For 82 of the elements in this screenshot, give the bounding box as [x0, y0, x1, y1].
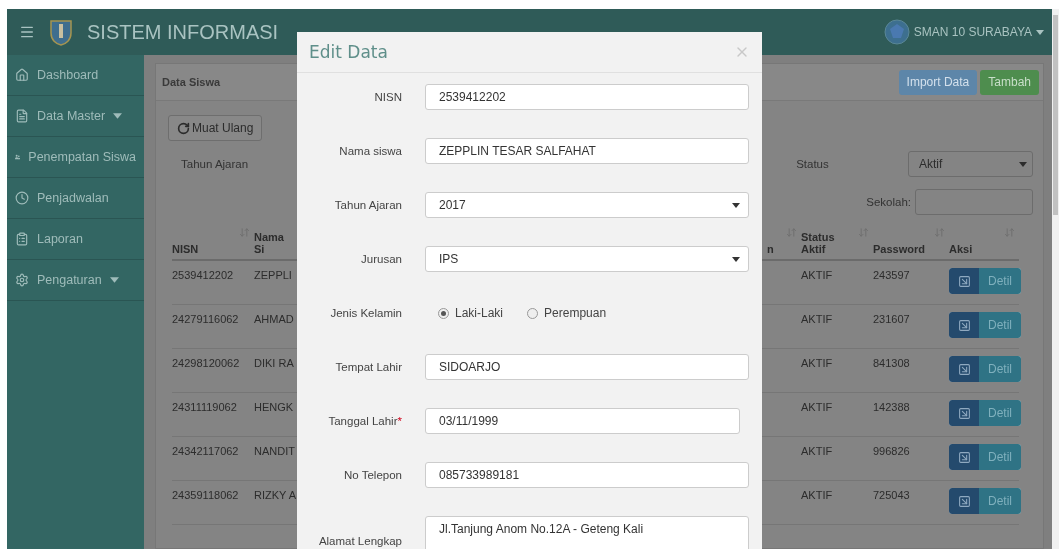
menu-item-icon: [15, 109, 29, 123]
text-field[interactable]: ZEPPLIN TESAR SALFAHAT: [425, 138, 749, 164]
detail-button[interactable]: Detil: [949, 488, 1021, 514]
panel-title: Data Siswa: [162, 76, 221, 88]
menu-item-icon: [15, 232, 29, 246]
menu-icon[interactable]: [19, 24, 35, 40]
arrow-square-icon: [957, 318, 971, 332]
text-field[interactable]: 2539412202: [425, 84, 749, 110]
shield-logo-icon: [49, 18, 73, 46]
detail-button[interactable]: Detil: [949, 268, 1021, 294]
table-cell: 24311119062: [172, 393, 254, 437]
caret-icon: [732, 202, 740, 208]
status-select[interactable]: Aktif: [908, 151, 1033, 177]
reload-button[interactable]: Muat Ulang: [168, 115, 263, 141]
field-label: Tempat Lahir: [334, 361, 402, 373]
select-field[interactable]: 2017: [425, 192, 749, 218]
school-menu[interactable]: SMAN 10 SURABAYA: [883, 19, 1044, 45]
app-title: SISTEM INFORMASI: [87, 20, 280, 44]
filter-label: Status: [796, 158, 829, 170]
table-cell: 24342117062: [172, 437, 254, 481]
table-cell: AKTIF: [801, 481, 873, 525]
arrow-square-icon: [957, 362, 971, 376]
date-field[interactable]: 03/11/1999: [425, 408, 740, 434]
arrow-square-icon: [957, 494, 971, 508]
table-cell: AKTIF: [801, 261, 873, 305]
scrollbar[interactable]: [1052, 9, 1059, 549]
caret-icon: [1036, 29, 1044, 35]
action-button[interactable]: Import Data: [898, 69, 978, 95]
column-header[interactable]: Aksi: [949, 225, 1019, 261]
sidebar-item[interactable]: Data Master: [7, 96, 144, 137]
address-textarea[interactable]: Jl.Tanjung Anom No.12A - Geteng Kali: [425, 516, 749, 549]
field-label: Alamat Lengkap: [317, 535, 402, 547]
column-header[interactable]: n: [767, 225, 801, 261]
field-label: Jenis Kelamin: [329, 307, 402, 319]
action-button[interactable]: Tambah: [980, 69, 1039, 95]
column-header[interactable]: Status Aktif: [801, 225, 873, 261]
table-cell: 24298120062: [172, 349, 254, 393]
radio-option[interactable]: Perempuan: [527, 306, 607, 320]
field-label: Tahun Ajaran: [333, 199, 402, 211]
select-field[interactable]: IPS: [425, 246, 749, 272]
field-label: Tanggal Lahir*: [327, 415, 402, 427]
radio-option[interactable]: Laki-Laki: [438, 306, 504, 320]
sidebar-item[interactable]: Penempatan Siswa: [7, 137, 144, 178]
school-logo-icon: [883, 19, 910, 45]
dialog-title: Edit Data: [309, 42, 388, 62]
text-field[interactable]: 085733989181: [425, 462, 749, 488]
table-cell: 24279116062: [172, 305, 254, 349]
field-label: NISN: [373, 91, 402, 103]
sidebar-item[interactable]: Laporan: [7, 219, 144, 260]
arrow-square-icon: [957, 274, 971, 288]
table-cell: AKTIF: [801, 305, 873, 349]
column-header[interactable]: Password: [873, 225, 949, 261]
caret-icon: [732, 256, 740, 262]
menu-item-icon: [15, 191, 29, 205]
arrow-square-icon: [957, 450, 971, 464]
detail-button[interactable]: Detil: [949, 356, 1021, 382]
sidebar-item[interactable]: Dashboard: [7, 55, 144, 96]
arrow-square-icon: [957, 406, 971, 420]
filter-label: Tahun Ajaran: [181, 158, 249, 170]
school-search-field[interactable]: [915, 189, 1033, 215]
text-field[interactable]: SIDOARJO: [425, 354, 749, 380]
table-cell: AKTIF: [801, 349, 873, 393]
filter-label: Sekolah:: [866, 196, 911, 208]
table-cell: AKTIF: [801, 393, 873, 437]
sidebar-item[interactable]: Penjadwalan: [7, 178, 144, 219]
table-cell: AKTIF: [801, 437, 873, 481]
reload-icon: [177, 121, 190, 135]
table-cell: 2539412202: [172, 261, 254, 305]
menu-item-icon: [15, 273, 29, 287]
detail-button[interactable]: Detil: [949, 312, 1021, 338]
table-cell: 24359118062: [172, 481, 254, 525]
field-label: Nama siswa: [338, 145, 402, 157]
field-label: Jurusan: [360, 253, 402, 265]
menu-item-icon: [15, 68, 29, 82]
detail-button[interactable]: Detil: [949, 444, 1021, 470]
sidebar-item[interactable]: Pengaturan: [7, 260, 144, 301]
column-header[interactable]: NISN: [172, 225, 254, 261]
detail-button[interactable]: Detil: [949, 400, 1021, 426]
field-label: No Telepon: [343, 469, 402, 481]
radio-button[interactable]: [527, 307, 539, 319]
radio-button[interactable]: [438, 307, 449, 319]
caret-icon: [1019, 161, 1027, 167]
